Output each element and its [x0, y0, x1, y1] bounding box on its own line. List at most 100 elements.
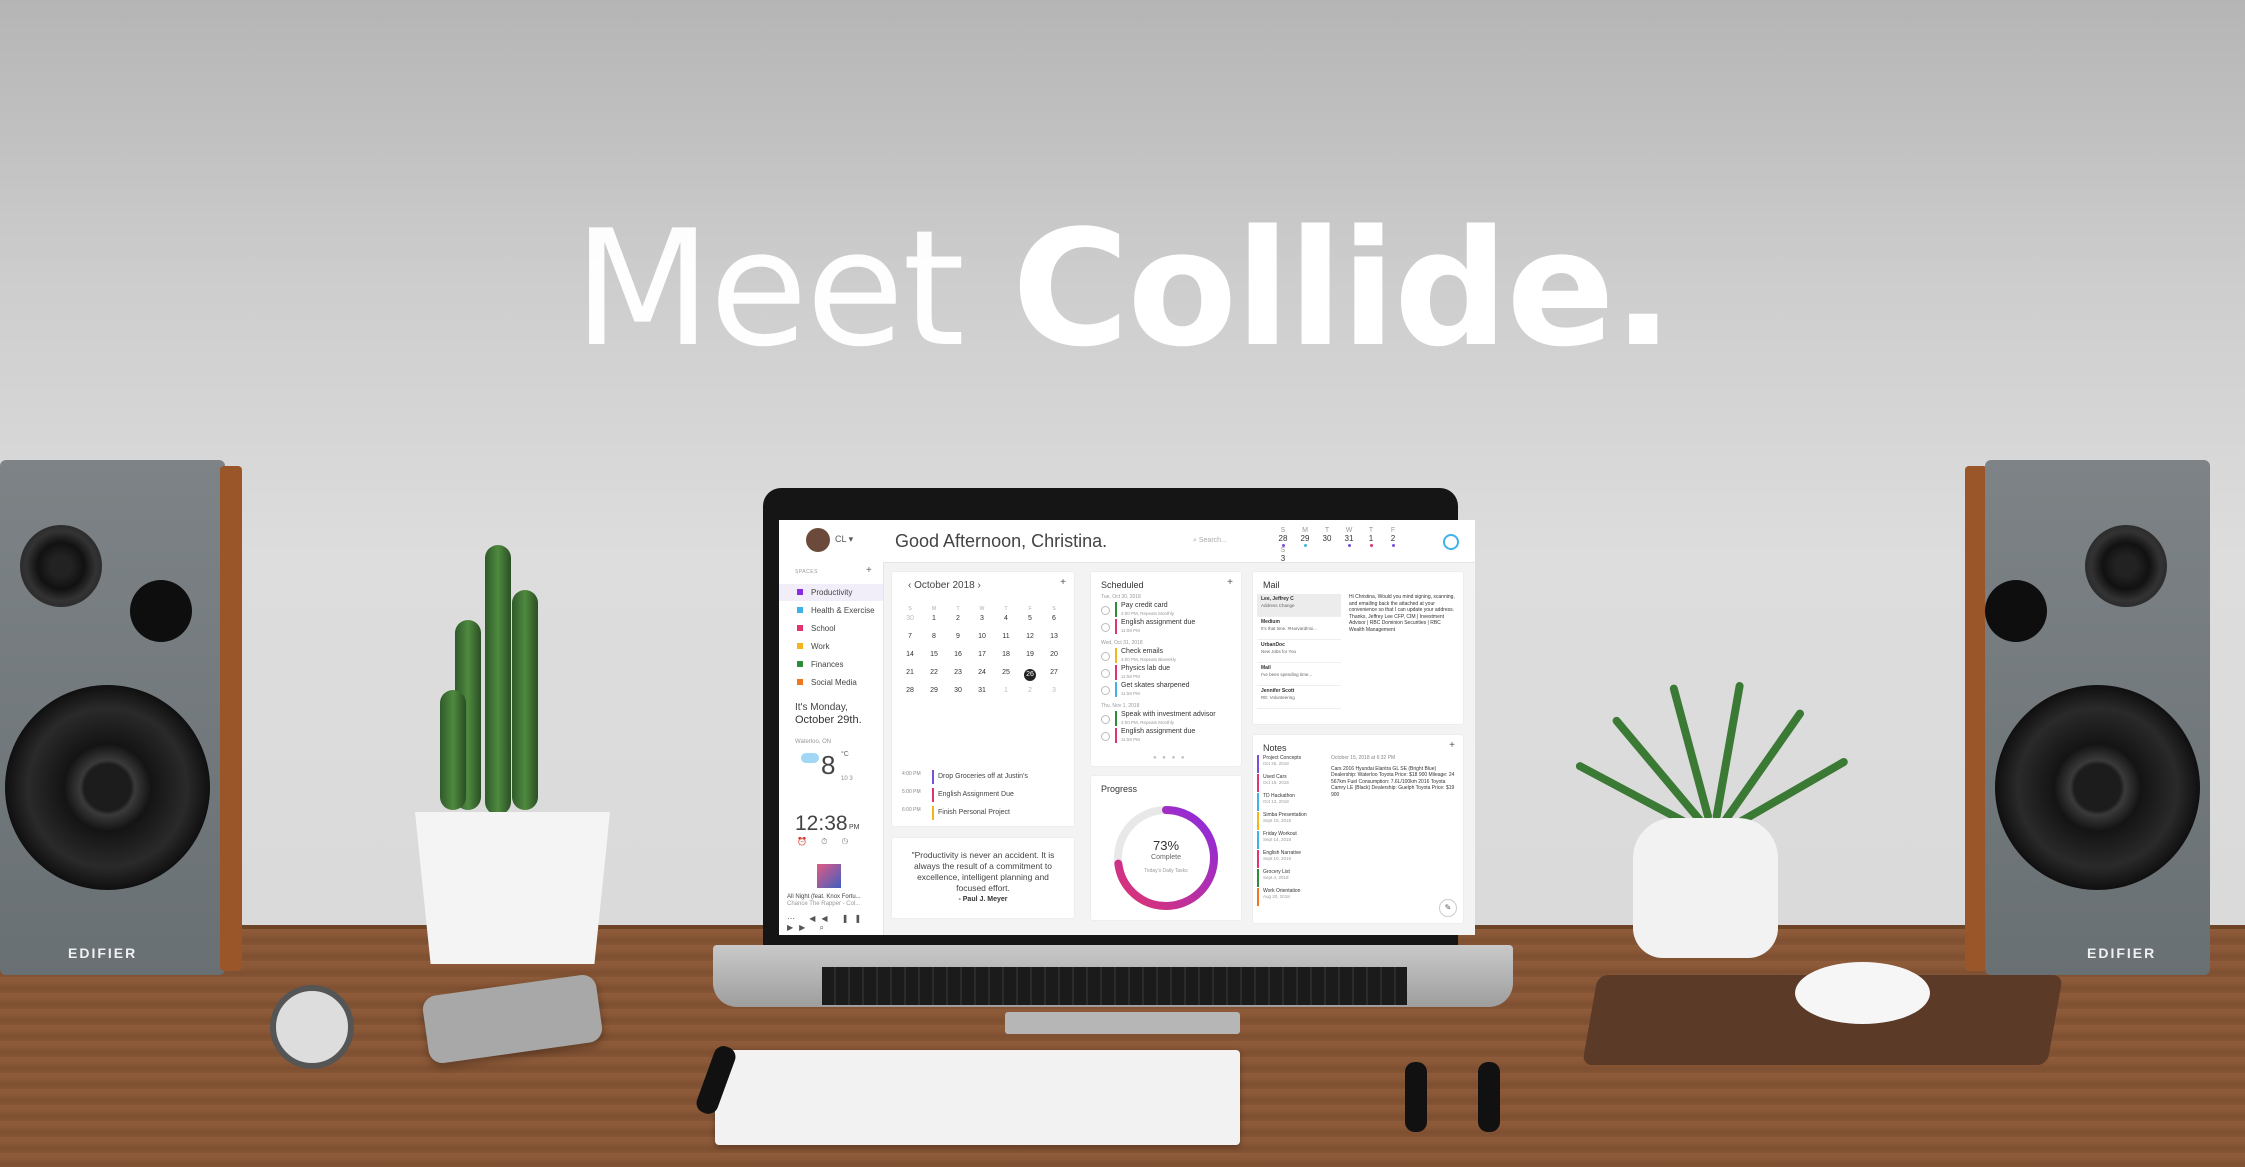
calendar-day[interactable]: 22: [922, 669, 946, 687]
scheduled-item[interactable]: Pay credit card 4:00 PM, Repeats Monthly: [1101, 602, 1233, 618]
checkbox-icon[interactable]: [1101, 623, 1110, 632]
week-day[interactable]: S 28: [1272, 527, 1294, 547]
note-row[interactable]: English Narrative Sept 10, 2018: [1257, 850, 1323, 868]
scheduled-item[interactable]: Get skates sharpened 11:59 PM: [1101, 682, 1233, 698]
scheduled-item[interactable]: English assignment due 11:59 PM: [1101, 728, 1233, 744]
mail-row[interactable]: Mail I've been spending time...: [1257, 663, 1341, 686]
calendar-day[interactable]: 11: [994, 633, 1018, 651]
calendar-day[interactable]: 18: [994, 651, 1018, 669]
calendar-day-number: 22: [930, 669, 938, 676]
sidebar-item[interactable]: School: [779, 620, 883, 637]
calendar-day[interactable]: 2: [946, 615, 970, 633]
calendar-day[interactable]: 24: [970, 669, 994, 687]
week-day[interactable]: T 30: [1316, 527, 1338, 547]
calendar-day[interactable]: 26: [1018, 669, 1042, 687]
scheduled-item[interactable]: Physics lab due 11:59 PM: [1101, 665, 1233, 681]
calendar-day[interactable]: 6: [1042, 615, 1066, 633]
week-day[interactable]: S3: [1272, 547, 1294, 567]
note-row[interactable]: Used Cars Oct 15, 2018: [1257, 774, 1323, 792]
note-row[interactable]: Friday Workout Sept 14, 2018: [1257, 831, 1323, 849]
scheduled-item[interactable]: Check emails 4:00 PM, Repeats Biweekly: [1101, 648, 1233, 664]
page-dots[interactable]: ● ● ● ●: [1153, 755, 1187, 761]
checkbox-icon[interactable]: [1101, 715, 1110, 724]
calendar-day[interactable]: 13: [1042, 633, 1066, 651]
sidebar-item[interactable]: Finances: [779, 656, 883, 673]
mail-row[interactable]: UrbanDoc New Jobs for You: [1257, 640, 1341, 663]
calendar-day[interactable]: 15: [922, 651, 946, 669]
calendar-day[interactable]: 8: [922, 633, 946, 651]
calendar-event[interactable]: 6:00 PM Finish Personal Project: [898, 806, 1068, 824]
calendar-day[interactable]: 3: [1042, 687, 1066, 705]
checkbox-icon[interactable]: [1101, 732, 1110, 741]
calendar-day[interactable]: 14: [898, 651, 922, 669]
sync-icon[interactable]: [1443, 534, 1459, 550]
calendar-day[interactable]: 12: [1018, 633, 1042, 651]
sidebar-item[interactable]: Productivity: [779, 584, 883, 601]
next-month-icon[interactable]: ›: [975, 580, 980, 591]
calendar-day[interactable]: 29: [922, 687, 946, 705]
calendar-day[interactable]: 9: [946, 633, 970, 651]
calendar-day[interactable]: 31: [970, 687, 994, 705]
checkbox-icon[interactable]: [1101, 652, 1110, 661]
week-day[interactable]: W 31: [1338, 527, 1360, 547]
calendar-day[interactable]: 28: [898, 687, 922, 705]
mail-row[interactable]: Lee, Jeffrey C Address Change: [1257, 594, 1341, 617]
calendar-day[interactable]: 3: [970, 615, 994, 633]
calendar-day[interactable]: 16: [946, 651, 970, 669]
avatar[interactable]: [806, 528, 830, 552]
week-day[interactable]: T1: [1360, 527, 1382, 547]
note-row[interactable]: Work Orientation Aug 20, 2018: [1257, 888, 1323, 906]
calendar-day[interactable]: 5: [1018, 615, 1042, 633]
checkbox-icon[interactable]: [1101, 686, 1110, 695]
scheduled-item[interactable]: English assignment due 11:59 PM: [1101, 619, 1233, 635]
mail-subject: Address Change: [1261, 603, 1295, 608]
calendar-day[interactable]: 30: [898, 615, 922, 633]
calendar-day[interactable]: 2: [1018, 687, 1042, 705]
calendar-day[interactable]: 17: [970, 651, 994, 669]
user-menu[interactable]: CL ▾: [835, 534, 853, 545]
calendar-day-number: 23: [954, 669, 962, 676]
calendar-day[interactable]: 7: [898, 633, 922, 651]
checkbox-icon[interactable]: [1101, 669, 1110, 678]
calendar-day[interactable]: 23: [946, 669, 970, 687]
checkbox-icon[interactable]: [1101, 606, 1110, 615]
mail-row[interactable]: Medium It's that time. #HarvardInsi...: [1257, 617, 1341, 640]
calendar-event[interactable]: 4:00 PM Drop Groceries off at Justin's: [898, 770, 1068, 788]
laptop-trackpad[interactable]: [1005, 1012, 1240, 1034]
calendar-day[interactable]: 21: [898, 669, 922, 687]
week-day-letter: W: [1345, 527, 1353, 534]
calendar-day[interactable]: 27: [1042, 669, 1066, 687]
add-note-icon[interactable]: +: [1449, 740, 1455, 751]
scheduled-item[interactable]: Speak with investment advisor 4:00 PM, Re…: [1101, 711, 1233, 727]
calendar-day[interactable]: 4: [994, 615, 1018, 633]
media-controls[interactable]: ⋯ ◀◀ ❚❚ ▶▶ ⌕: [787, 914, 883, 933]
calendar-event[interactable]: 5:00 PM English Assignment Due: [898, 788, 1068, 806]
sidebar-item[interactable]: Social Media: [779, 674, 883, 691]
calendar-day[interactable]: 30: [946, 687, 970, 705]
week-day[interactable]: M 29: [1294, 527, 1316, 547]
note-row[interactable]: Project Concepts Oct 26, 2018: [1257, 755, 1323, 773]
calendar-day[interactable]: 1: [922, 615, 946, 633]
add-scheduled-icon[interactable]: +: [1227, 577, 1233, 588]
add-space-icon[interactable]: +: [866, 565, 872, 576]
note-row[interactable]: Simba Presentation Sept 15, 2018: [1257, 812, 1323, 830]
quote-text: "Productivity is never an accident. It i…: [911, 850, 1055, 893]
note-row[interactable]: TD Hackathon Oct 13, 2018: [1257, 793, 1323, 811]
sidebar-item[interactable]: Work: [779, 638, 883, 655]
search-input[interactable]: ⌕ Search...: [1193, 537, 1227, 545]
scheduled-title: Scheduled: [1101, 580, 1144, 590]
calendar-day[interactable]: 20: [1042, 651, 1066, 669]
weather-temp: 8: [821, 750, 836, 780]
calendar-day[interactable]: 25: [994, 669, 1018, 687]
calendar-day[interactable]: 1: [994, 687, 1018, 705]
add-event-icon[interactable]: +: [1060, 577, 1066, 588]
mail-row[interactable]: Jennifer Scott RE: Volunteering: [1257, 686, 1341, 709]
clock-icons[interactable]: ⏰ ⏱ ◷: [797, 837, 854, 847]
sidebar-item[interactable]: Health & Exercise: [779, 602, 883, 619]
week-day[interactable]: F2: [1382, 527, 1404, 547]
edit-pencil-icon[interactable]: ✎: [1439, 899, 1457, 917]
calendar-day[interactable]: 10: [970, 633, 994, 651]
note-row[interactable]: Grocery List Sept 4, 2018: [1257, 869, 1323, 887]
calendar-day[interactable]: 19: [1018, 651, 1042, 669]
week-day-number: 1: [1368, 534, 1374, 543]
